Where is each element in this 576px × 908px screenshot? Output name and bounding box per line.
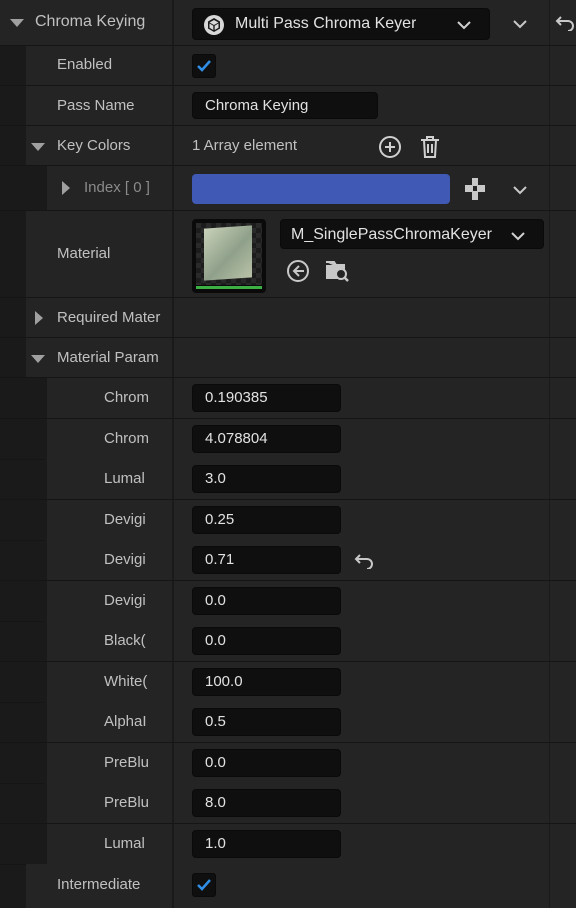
param-label: Devigi — [104, 592, 146, 609]
param-label: Chrom — [104, 430, 150, 447]
param-value-field[interactable]: 8.0 — [192, 789, 341, 817]
collapse-arrow-icon[interactable] — [10, 19, 24, 27]
collapse-arrow-icon[interactable] — [31, 143, 45, 151]
intermediate-row: Intermediate — [0, 864, 576, 908]
material-param-row: Chrom 4.078804 — [0, 419, 576, 460]
index-label: Index [ 0 ] — [84, 179, 150, 196]
trash-icon[interactable] — [418, 134, 442, 164]
color-swatch[interactable] — [192, 174, 450, 204]
chroma-keying-row: Chroma Keying Multi Pass Chroma Keyer — [0, 0, 576, 46]
enabled-row: Enabled — [0, 46, 576, 86]
param-label: Lumal — [104, 835, 145, 852]
param-label: Black( — [104, 632, 146, 649]
required-materials-label: Required Mater — [57, 309, 161, 326]
class-dropdown-label: Multi Pass Chroma Keyer — [235, 15, 417, 32]
material-asset-dropdown[interactable]: M_SinglePassChromaKeyer — [280, 219, 544, 249]
enabled-label: Enabled — [57, 56, 113, 73]
param-value-field[interactable]: 1.0 — [192, 830, 341, 858]
reset-to-default-icon[interactable] — [555, 15, 575, 35]
material-param-row: Lumal 3.0 — [0, 459, 576, 500]
expand-arrow-icon[interactable] — [35, 311, 43, 325]
param-value-field[interactable]: 0.71 — [192, 546, 341, 574]
enabled-checkbox[interactable] — [192, 54, 216, 78]
param-label: Devigi — [104, 511, 146, 528]
param-value-field[interactable]: 0.0 — [192, 587, 341, 615]
array-element-count: 1 Array element — [192, 137, 298, 154]
param-label: AlphaI — [104, 713, 147, 730]
material-param-row: Lumal 1.0 — [0, 824, 576, 865]
key-colors-label: Key Colors — [57, 137, 131, 154]
asset-color-bar — [196, 286, 262, 289]
material-thumbnail[interactable] — [192, 219, 266, 293]
chevron-down-icon[interactable] — [513, 17, 527, 34]
param-value-field[interactable]: 0.0 — [192, 627, 341, 655]
param-value-field[interactable]: 0.5 — [192, 708, 341, 736]
class-dropdown[interactable]: Multi Pass Chroma Keyer — [192, 8, 490, 40]
material-row: Material M_SinglePassChromaKeyer — [0, 211, 576, 298]
param-value-field[interactable]: 0.190385 — [192, 384, 341, 412]
param-value-field[interactable]: 3.0 — [192, 465, 341, 493]
material-param-row: PreBlu 8.0 — [0, 783, 576, 824]
eyedropper-icon[interactable] — [463, 176, 487, 206]
material-param-row: AlphaI 0.5 — [0, 702, 576, 743]
key-color-index-row: Index [ 0 ] — [0, 166, 576, 211]
material-param-row: Chrom 0.190385 — [0, 378, 576, 419]
pass-name-label: Pass Name — [57, 97, 135, 114]
param-value-field[interactable]: 0.25 — [192, 506, 341, 534]
param-label: PreBlu — [104, 754, 150, 771]
chevron-down-icon[interactable] — [513, 183, 527, 200]
material-params-row: Material Param — [0, 338, 576, 378]
cube-icon — [203, 14, 225, 36]
use-selected-asset-icon[interactable] — [286, 259, 310, 287]
intermediate-label: Intermediate — [57, 876, 141, 893]
material-param-row: PreBlu 0.0 — [0, 743, 576, 784]
param-label: Devigi — [104, 551, 146, 568]
chevron-down-icon — [511, 229, 525, 246]
checkmark-icon — [197, 60, 211, 72]
intermediate-checkbox[interactable] — [192, 873, 216, 897]
reset-to-default-icon[interactable] — [354, 553, 374, 573]
chevron-down-icon — [457, 18, 471, 35]
expand-arrow-icon[interactable] — [62, 181, 70, 195]
material-param-row: Black( 0.0 — [0, 621, 576, 662]
material-params-label: Material Param — [57, 349, 159, 366]
add-element-icon[interactable] — [378, 135, 402, 163]
material-param-row: Devigi 0.71 — [0, 540, 576, 581]
param-label: White( — [104, 673, 148, 690]
param-value-field[interactable]: 0.0 — [192, 749, 341, 777]
param-label: Lumal — [104, 470, 145, 487]
category-label: Chroma Keying — [35, 13, 146, 30]
checkmark-icon — [197, 879, 211, 891]
material-param-row: Devigi 0.0 — [0, 581, 576, 622]
param-value-field[interactable]: 100.0 — [192, 668, 341, 696]
pass-name-row: Pass Name Chroma Keying — [0, 86, 576, 126]
param-label: PreBlu — [104, 794, 150, 811]
pass-name-field[interactable]: Chroma Keying — [192, 92, 378, 119]
required-materials-row: Required Mater — [0, 298, 576, 338]
material-param-row: Devigi 0.25 — [0, 500, 576, 541]
browse-asset-icon[interactable] — [324, 258, 350, 288]
material-label: Material — [57, 245, 111, 262]
key-colors-row: Key Colors 1 Array element — [0, 126, 576, 166]
param-label: Chrom — [104, 389, 150, 406]
collapse-arrow-icon[interactable] — [31, 355, 45, 363]
param-value-field[interactable]: 4.078804 — [192, 425, 341, 453]
material-asset-name: M_SinglePassChromaKeyer — [291, 226, 492, 243]
material-param-row: White( 100.0 — [0, 662, 576, 703]
